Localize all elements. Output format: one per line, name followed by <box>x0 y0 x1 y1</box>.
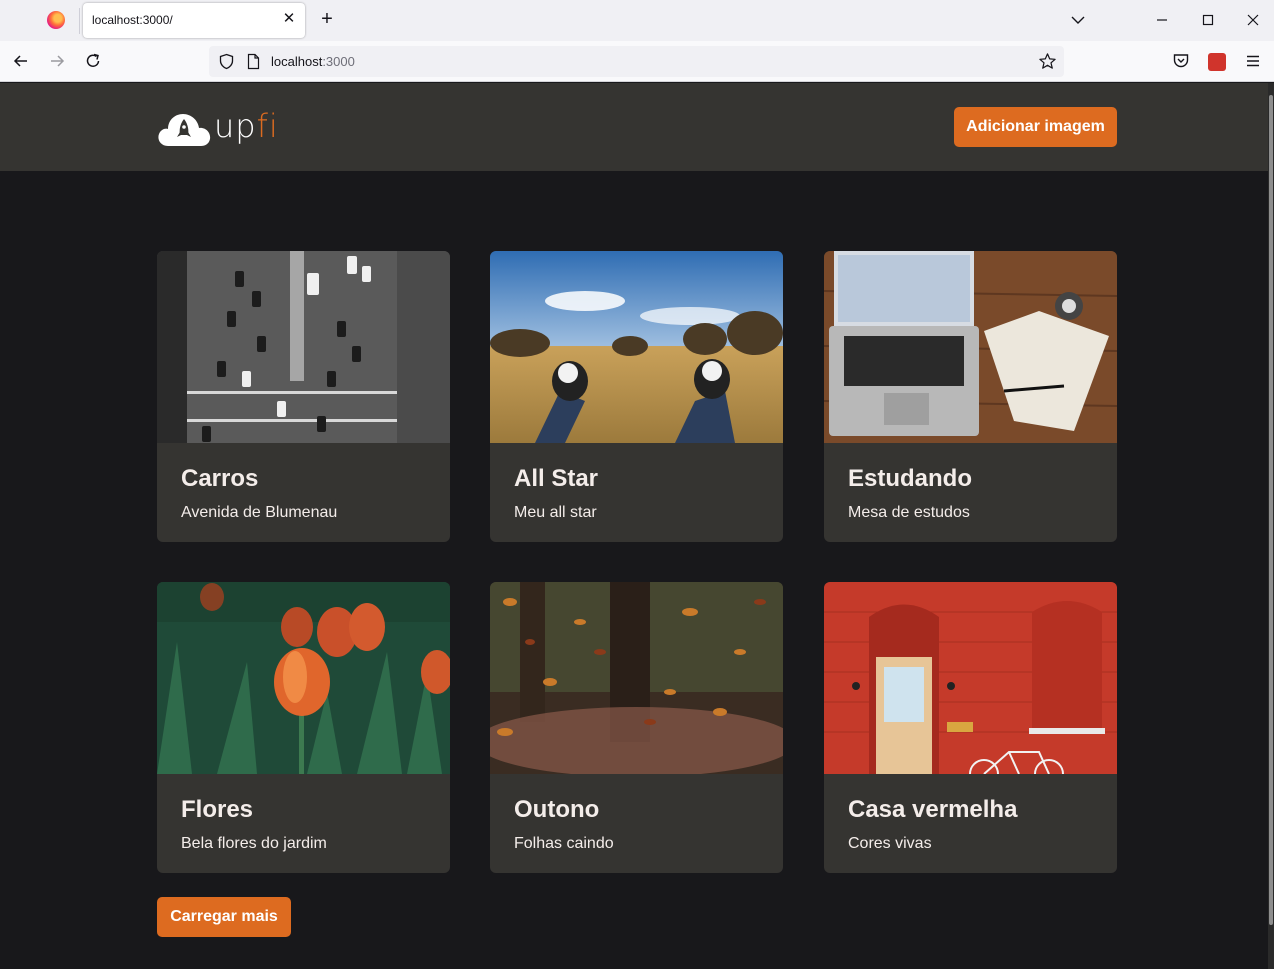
image-card[interactable]: Outono Folhas caindo <box>490 582 783 873</box>
sneakers-field-photo[interactable] <box>490 251 783 443</box>
logo-text-up: up <box>214 107 257 145</box>
image-card[interactable]: Casa vermelha Cores vivas <box>824 582 1117 873</box>
upfi-logo[interactable]: upfi <box>156 104 286 150</box>
card-description: Folhas caindo <box>514 835 614 852</box>
card-title: Flores <box>181 796 254 823</box>
url-host: localhost <box>271 54 323 69</box>
card-description: Cores vivas <box>848 835 932 852</box>
load-more-button[interactable]: Carregar mais <box>157 897 291 937</box>
browser-tab-bar: localhost:3000/ ✕ + <box>0 0 1274 41</box>
back-arrow-icon[interactable] <box>11 51 31 71</box>
firefox-icon <box>47 11 65 29</box>
tulips-photo[interactable] <box>157 582 450 774</box>
red-house-photo[interactable] <box>824 582 1117 774</box>
logo-text-fi: fi <box>256 107 279 145</box>
close-tab-icon[interactable]: ✕ <box>281 11 297 27</box>
laptop-desk-photo[interactable] <box>824 251 1117 443</box>
extension-icon[interactable] <box>1208 53 1226 71</box>
image-card[interactable]: All Star Meu all star <box>490 251 783 542</box>
pocket-icon[interactable] <box>1171 51 1191 71</box>
add-image-button[interactable]: Adicionar imagem <box>954 107 1117 147</box>
new-tab-icon[interactable]: + <box>316 8 338 30</box>
bookmark-star-icon[interactable] <box>1038 52 1057 71</box>
page-icon <box>247 53 260 70</box>
reload-icon[interactable] <box>83 51 103 71</box>
close-window-icon[interactable] <box>1241 8 1265 32</box>
page-viewport: upfi Adicionar imagem Carros Avenida de … <box>0 83 1274 969</box>
app-header: upfi Adicionar imagem <box>0 83 1274 171</box>
tab-title: localhost:3000/ <box>92 13 173 27</box>
card-description: Avenida de Blumenau <box>181 504 338 521</box>
browser-nav-bar: localhost:3000 <box>0 41 1274 82</box>
scrollbar-thumb[interactable] <box>1269 95 1273 925</box>
image-card[interactable]: Estudando Mesa de estudos <box>824 251 1117 542</box>
hamburger-menu-icon[interactable] <box>1243 51 1263 71</box>
card-title: Carros <box>181 465 259 492</box>
image-card[interactable]: Carros Avenida de Blumenau <box>157 251 450 542</box>
page-scrollbar[interactable] <box>1268 83 1274 969</box>
chevron-down-icon[interactable] <box>1068 10 1088 30</box>
card-description: Mesa de estudos <box>848 504 970 521</box>
cloud-rocket-icon <box>158 114 211 146</box>
card-description: Bela flores do jardim <box>181 835 327 852</box>
shield-icon[interactable] <box>218 53 235 70</box>
card-title: Outono <box>514 796 600 823</box>
browser-tab[interactable]: localhost:3000/ ✕ <box>83 3 305 38</box>
image-card[interactable]: Flores Bela flores do jardim <box>157 582 450 873</box>
url-text[interactable]: localhost:3000 <box>271 54 355 69</box>
tab-separator <box>79 8 80 34</box>
cars-street-photo[interactable] <box>157 251 450 443</box>
minimize-icon[interactable] <box>1150 8 1174 32</box>
maximize-icon[interactable] <box>1196 8 1220 32</box>
url-port: :3000 <box>322 54 355 69</box>
autumn-leaves-photo[interactable] <box>490 582 783 774</box>
card-title: Estudando <box>848 465 972 492</box>
card-description: Meu all star <box>514 504 597 521</box>
card-title: All Star <box>514 465 599 492</box>
card-title: Casa vermelha <box>848 796 1018 823</box>
address-bar[interactable]: localhost:3000 <box>209 46 1064 77</box>
forward-arrow-icon[interactable] <box>47 51 67 71</box>
logo-wordmark: upfi <box>214 104 279 148</box>
